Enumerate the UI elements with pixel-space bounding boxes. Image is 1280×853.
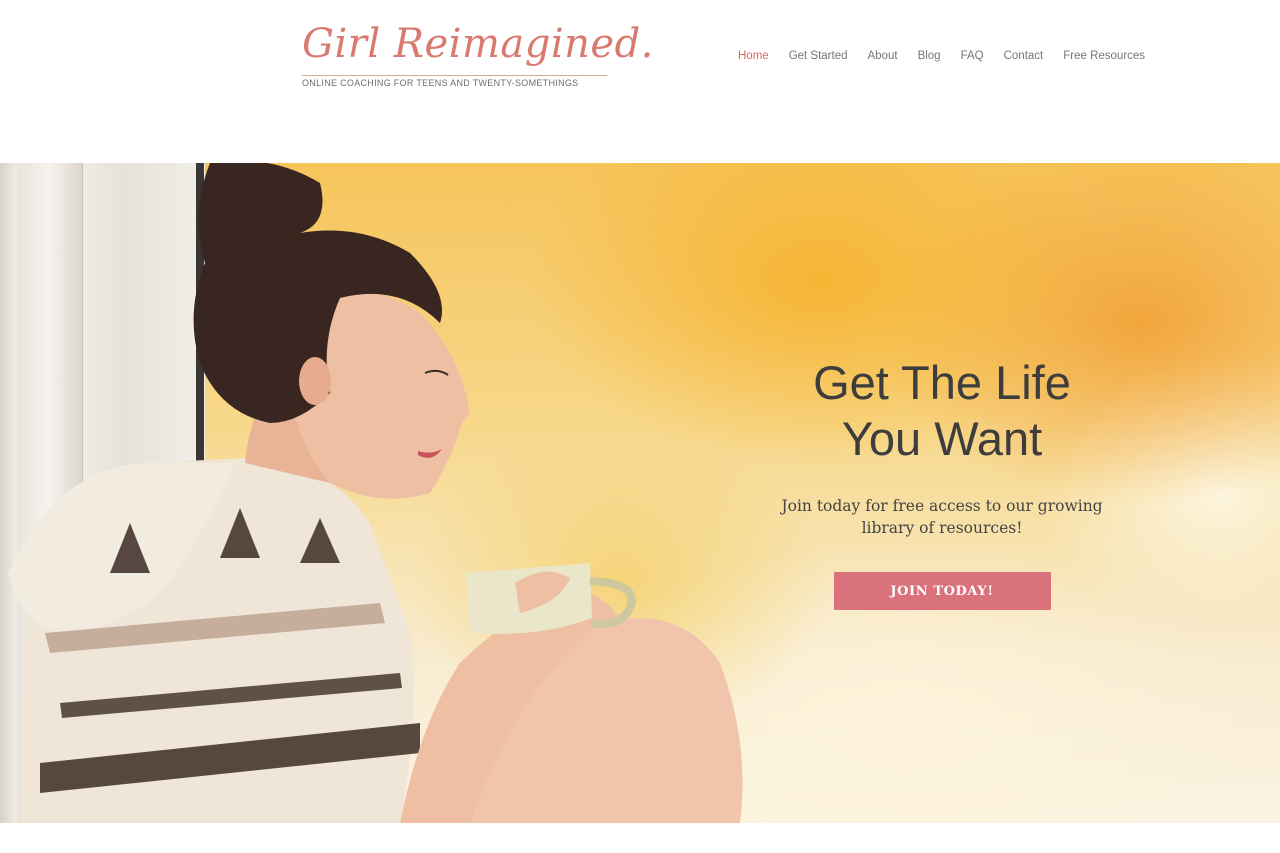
site-header: Girl Reimagined. ONLINE COACHING FOR TEE… — [0, 0, 1280, 163]
logo-divider — [302, 75, 607, 76]
hero-title-line-1: Get The Life — [813, 356, 1071, 409]
hero-subtitle: Join today for free access to our growin… — [781, 497, 1103, 537]
page-bottom-strip — [0, 823, 1280, 853]
hero-banner: Get The Life You Want Join today for fre… — [0, 163, 1280, 823]
join-today-button[interactable]: JOIN TODAY! — [833, 572, 1051, 610]
nav-item-get-started[interactable]: Get Started — [789, 48, 848, 64]
nav-item-home[interactable]: Home — [738, 48, 769, 64]
nav-item-contact[interactable]: Contact — [1004, 48, 1044, 64]
hero-title: Get The Life You Want — [762, 355, 1122, 467]
hero-photo-woman-with-mug — [8, 163, 743, 823]
nav-item-blog[interactable]: Blog — [918, 48, 941, 64]
logo-tagline: ONLINE COACHING FOR TEENS AND TWENTY-SOM… — [302, 78, 579, 88]
nav-item-about[interactable]: About — [868, 48, 898, 64]
hero-title-line-2: You Want — [841, 412, 1043, 465]
logo-wordmark: Girl Reimagined. — [302, 21, 654, 67]
nav-item-free-resources[interactable]: Free Resources — [1063, 48, 1145, 64]
hero-content: Get The Life You Want Join today for fre… — [762, 355, 1122, 610]
logo[interactable]: Girl Reimagined. ONLINE COACHING FOR TEE… — [302, 18, 653, 96]
main-navigation: Home Get Started About Blog FAQ Contact … — [738, 48, 1165, 64]
nav-item-faq[interactable]: FAQ — [961, 48, 984, 64]
